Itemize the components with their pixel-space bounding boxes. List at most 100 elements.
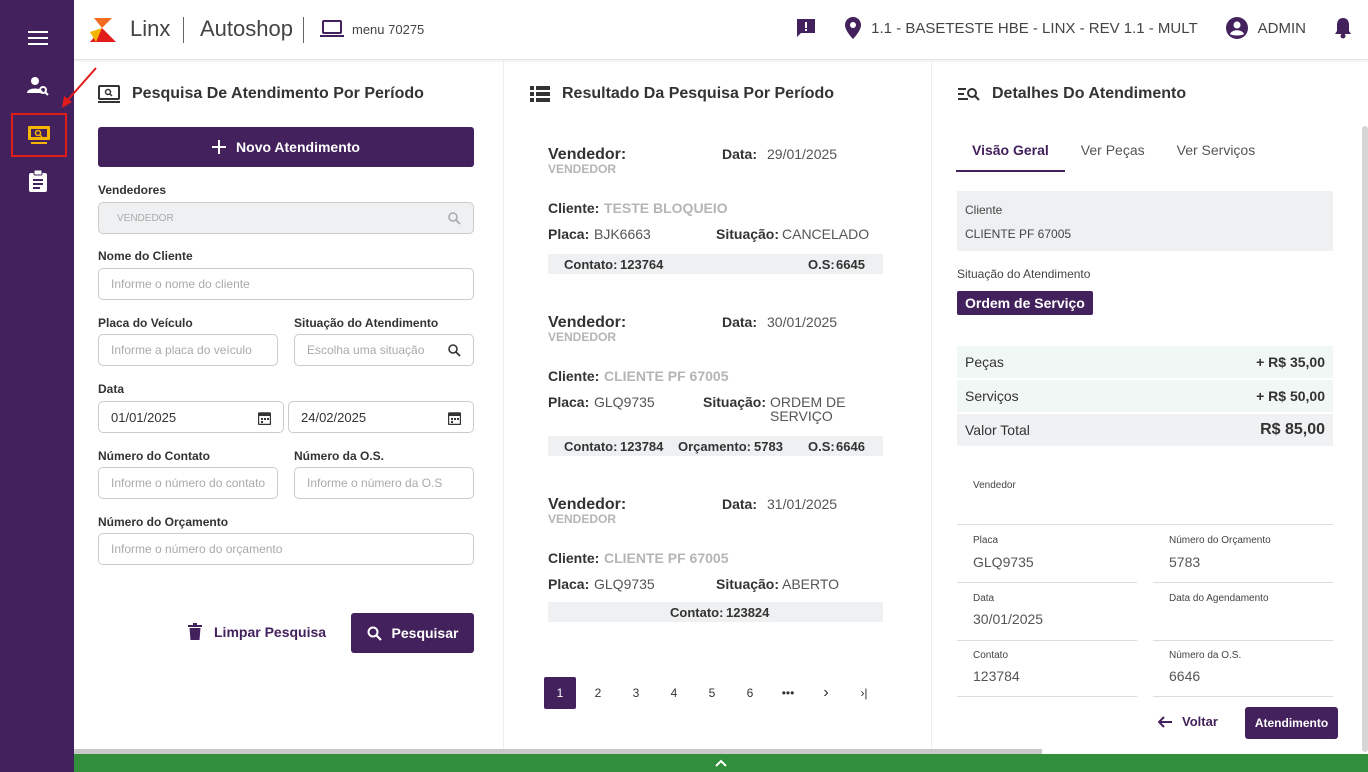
brand-divider [183, 17, 184, 43]
page-button-4[interactable]: 4 [658, 677, 690, 709]
situacao-label: Situação: [716, 576, 780, 592]
calendar-icon[interactable] [448, 411, 461, 425]
data-label: Data [98, 382, 125, 396]
product-name: Autoshop [200, 16, 293, 41]
page-ellipsis-button[interactable]: ••• [772, 677, 804, 709]
result-summary-bar: Contato: 123764 O.S: 6645 [548, 254, 883, 274]
vendedores-select[interactable]: VENDEDOR [98, 202, 474, 234]
placa-label: Placa do Veículo [98, 316, 193, 330]
data-label: Data: [722, 146, 758, 162]
contato-value: 123784 [620, 439, 664, 454]
trash-icon [188, 623, 202, 640]
page-button-5[interactable]: 5 [696, 677, 728, 709]
page-button-3[interactable]: 3 [620, 677, 652, 709]
contato-label: Número do Contato [98, 449, 210, 463]
contato-value: 123784 [973, 668, 1020, 684]
results-panel-title: Resultado Da Pesquisa Por Período [562, 85, 835, 102]
atendimento-button[interactable]: Atendimento [1245, 707, 1338, 739]
clear-search-button[interactable]: Limpar Pesquisa [188, 623, 326, 640]
orcamento-label: Número do Orçamento [1169, 535, 1271, 546]
result-summary-bar: Contato: 123784 Orçamento: 5783 O.S: 664… [548, 436, 883, 456]
monitor-search-icon [98, 85, 120, 103]
pecas-label: Peças [965, 354, 1004, 370]
new-attendance-button[interactable]: Novo Atendimento [98, 127, 474, 167]
result-card[interactable]: Vendedor: VENDEDOR Data: 29/01/2025 Clie… [548, 146, 883, 276]
contato-input[interactable] [111, 476, 265, 490]
back-button[interactable]: Voltar [1158, 714, 1218, 729]
os-input[interactable] [307, 476, 461, 490]
search-button-label: Pesquisar [391, 625, 459, 641]
placa-field [98, 334, 278, 366]
placa-label: Placa: [548, 226, 590, 242]
os-label: Número da O.S. [1169, 650, 1242, 661]
list-search-icon [958, 88, 980, 101]
plus-icon [212, 140, 227, 154]
details-panel-header: Detalhes Do Atendimento [958, 85, 1186, 103]
data-value: 30/01/2025 [973, 611, 1044, 627]
total-row: Valor Total R$ 85,00 [957, 414, 1333, 446]
sidebar-item-reports[interactable] [12, 161, 64, 201]
results-panel: Resultado Da Pesquisa Por Período Vended… [504, 60, 932, 750]
search-icon [448, 212, 461, 225]
placa-input[interactable] [111, 343, 265, 357]
page-button-2[interactable]: 2 [582, 677, 614, 709]
tab-ver-pecas[interactable]: Ver Peças [1065, 130, 1161, 172]
os-label: Número da O.S. [294, 449, 385, 463]
cliente-label: Cliente [965, 203, 1003, 217]
result-card[interactable]: Vendedor: VENDEDOR Data: 31/01/2025 Clie… [548, 496, 883, 626]
page-button-1[interactable]: 1 [544, 677, 576, 709]
pagination: 1 2 3 4 5 6 ••• › ›| [544, 677, 880, 709]
divider [957, 524, 1333, 525]
page-button-6[interactable]: 6 [734, 677, 766, 709]
next-page-button[interactable]: › [810, 677, 842, 709]
cliente-input[interactable] [111, 277, 461, 291]
user-name[interactable]: ADMIN [1258, 20, 1306, 37]
situacao-label: Situação: [703, 394, 767, 410]
last-page-button[interactable]: ›| [848, 677, 880, 709]
data-fim-field [288, 401, 474, 433]
bell-icon[interactable] [1334, 17, 1352, 39]
search-icon [367, 626, 382, 641]
search-icon[interactable] [448, 344, 461, 357]
orcamento-input[interactable] [111, 542, 461, 556]
cliente-label: Cliente: [548, 200, 600, 216]
calendar-icon[interactable] [258, 411, 271, 425]
contato-label: Contato: [564, 439, 618, 454]
placa-value: GLQ9735 [594, 576, 655, 592]
divider [1153, 696, 1333, 697]
os-field [294, 467, 474, 499]
brand-name: Linx [130, 16, 171, 41]
situacao-label: Situação do Atendimento [957, 267, 1091, 281]
top-header: Linx Autoshop menu 70275 1.1 - BASETESTE… [74, 0, 1368, 60]
contato-value: 123764 [620, 257, 664, 272]
data-inicio-input[interactable] [111, 409, 271, 425]
placa-value: GLQ9735 [973, 554, 1034, 570]
situacao-input[interactable] [307, 343, 437, 357]
data-label: Data: [722, 314, 758, 330]
placa-label: Placa: [548, 576, 590, 592]
cliente-value: TESTE BLOQUEIO [604, 200, 728, 216]
back-label: Voltar [1182, 714, 1218, 729]
servicos-value: + R$ 50,00 [1256, 388, 1325, 404]
tab-visao-geral[interactable]: Visão Geral [956, 130, 1065, 172]
result-card[interactable]: Vendedor: VENDEDOR Data: 30/01/2025 Clie… [548, 314, 883, 459]
tab-ver-servicos[interactable]: Ver Serviços [1161, 130, 1272, 172]
pecas-row: Peças + R$ 35,00 [957, 346, 1333, 378]
clipboard-icon [29, 170, 47, 192]
placa-value: GLQ9735 [594, 394, 655, 410]
arrow-left-icon [1158, 715, 1172, 728]
search-button[interactable]: Pesquisar [351, 613, 474, 653]
situacao-label: Situação: [716, 226, 780, 242]
data-inicio-field [98, 401, 284, 433]
feedback-icon[interactable] [795, 17, 817, 39]
os-value: 6645 [836, 257, 865, 272]
location-label[interactable]: 1.1 - BASETESTE HBE - LINX - REV 1.1 - M… [871, 20, 1197, 37]
footer-toggle-bar[interactable] [74, 754, 1368, 772]
orcamento-value: 5783 [1169, 554, 1201, 570]
search-panel: Pesquisa De Atendimento Por Período Novo… [74, 60, 504, 750]
data-label: Data: [722, 496, 758, 512]
data-value: 30/01/2025 [767, 314, 838, 330]
data-fim-input[interactable] [301, 409, 461, 425]
list-icon [530, 86, 550, 102]
vertical-scrollbar[interactable] [1362, 126, 1368, 752]
